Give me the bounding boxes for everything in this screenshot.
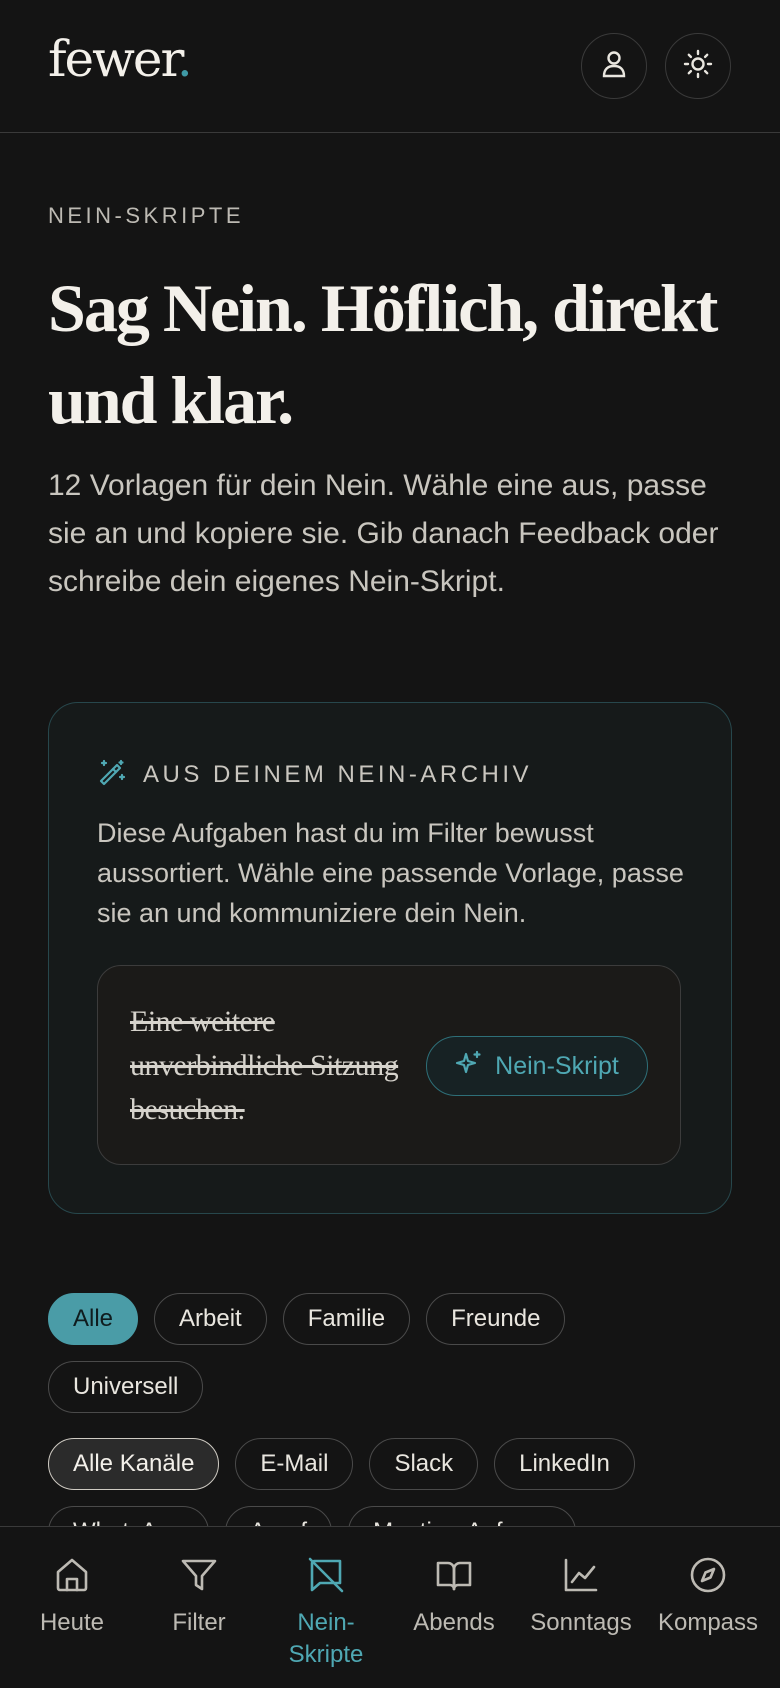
nav-item-filter[interactable]: Filter xyxy=(134,1527,264,1688)
logo-text: fewer xyxy=(48,30,179,88)
chip-arbeit[interactable]: Arbeit xyxy=(154,1293,267,1345)
nav-label-filter: Filter xyxy=(172,1609,226,1636)
archived-task-card: Eine weitere unverbindliche Sitzung besu… xyxy=(97,965,681,1165)
archive-label: AUS DEINEM NEIN-ARCHIV xyxy=(143,761,533,788)
logo-dot: . xyxy=(176,30,193,88)
chip-email[interactable]: E-Mail xyxy=(235,1438,354,1490)
app-header: fewer. xyxy=(0,0,780,133)
page-title: Sag Nein. Höflich, direkt und klar. xyxy=(48,270,718,438)
archive-header: AUS DEINEM NEIN-ARCHIV xyxy=(97,758,532,792)
book-icon xyxy=(434,1553,474,1597)
chip-freunde[interactable]: Freunde xyxy=(426,1293,566,1345)
nav-item-abends[interactable]: Abends xyxy=(389,1527,519,1688)
nein-skript-button[interactable]: Nein-Skript xyxy=(426,1036,648,1096)
chip-universell[interactable]: Universell xyxy=(48,1361,204,1413)
channel-filter-row-1: Alle Kanäle E-Mail Slack LinkedIn xyxy=(48,1438,635,1490)
archive-description: Diese Aufgaben hast du im Filter bewusst… xyxy=(97,818,684,928)
sparkle-icon xyxy=(455,1049,483,1084)
compass-icon xyxy=(688,1553,728,1597)
app-root: fewer. NEIN-SKRIPTE Sag Nein. Höflich, d… xyxy=(0,0,780,1688)
category-filter-row-2: Universell xyxy=(48,1361,204,1413)
app-logo[interactable]: fewer. xyxy=(48,30,193,88)
chart-icon xyxy=(561,1553,601,1597)
chip-alle-kanaele[interactable]: Alle Kanäle xyxy=(48,1438,220,1490)
archived-task-text: Eine weitere unverbindliche Sitzung besu… xyxy=(130,1005,399,1126)
chip-linkedin[interactable]: LinkedIn xyxy=(494,1438,635,1490)
archive-card: AUS DEINEM NEIN-ARCHIV Diese Aufgaben ha… xyxy=(48,702,732,1214)
nav-label-sonntags: Sonntags xyxy=(530,1609,632,1636)
no-message-icon xyxy=(306,1553,346,1597)
nav-label-kompass: Kompass xyxy=(657,1609,759,1636)
chip-slack[interactable]: Slack xyxy=(369,1438,479,1490)
category-filter-row-1: Alle Arbeit Familie Freunde xyxy=(48,1293,566,1345)
filter-icon xyxy=(179,1553,219,1597)
theme-toggle-button[interactable] xyxy=(665,33,731,99)
chip-familie[interactable]: Familie xyxy=(282,1293,411,1345)
user-icon xyxy=(601,50,627,82)
bottom-navigation: Heute Filter Nein-Skripte Abends Sonntag… xyxy=(0,1526,780,1688)
magic-wand-icon xyxy=(97,758,127,792)
page-lead: 12 Vorlagen für dein Nein. Wähle eine au… xyxy=(48,469,719,598)
nav-label-heute: Heute xyxy=(39,1609,105,1636)
section-eyebrow: NEIN-SKRIPTE xyxy=(48,203,245,228)
nav-item-nein-skripte[interactable]: Nein-Skripte xyxy=(261,1527,391,1688)
nav-label-abends: Abends xyxy=(413,1609,495,1636)
chip-alle[interactable]: Alle xyxy=(48,1293,139,1345)
nav-label-nein-skripte: Nein-Skripte xyxy=(288,1609,364,1668)
home-icon xyxy=(52,1553,92,1597)
nav-item-heute[interactable]: Heute xyxy=(7,1527,137,1688)
profile-button[interactable] xyxy=(581,33,647,99)
nav-item-kompass[interactable]: Kompass xyxy=(643,1527,773,1688)
nein-skript-button-label: Nein-Skript xyxy=(495,1051,619,1080)
nav-item-sonntags[interactable]: Sonntags xyxy=(516,1527,646,1688)
sun-icon xyxy=(683,49,713,83)
